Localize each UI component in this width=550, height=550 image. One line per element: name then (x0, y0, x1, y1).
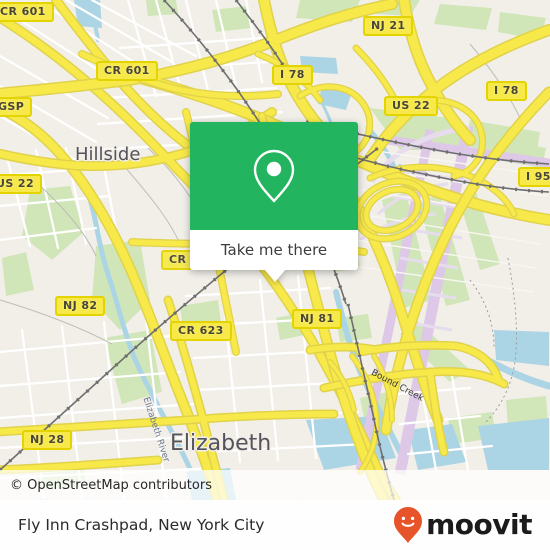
road-shield: US 22 (0, 174, 42, 194)
road-shield: CR 601 (0, 2, 54, 22)
moovit-brand[interactable]: moovit (393, 506, 532, 544)
osm-attribution-text: © OpenStreetMap contributors (10, 477, 212, 493)
road-shield: CR 601 (96, 61, 158, 81)
road-shield: I 95 (518, 167, 550, 187)
road-shield: NJ 21 (363, 16, 414, 36)
map-attribution-bar: © OpenStreetMap contributors (0, 470, 550, 500)
card-footer: Fly Inn Crashpad, New York City moovit (0, 500, 550, 550)
road-shield: CR 623 (170, 321, 232, 341)
road-shield: NJ 81 (292, 309, 343, 329)
take-me-there-label: Take me there (220, 241, 328, 259)
popup-action[interactable]: Take me there (190, 230, 358, 270)
popup-tail-pointer (264, 269, 286, 282)
moovit-pin-smile-icon (394, 507, 423, 543)
road-shield: GSP (0, 97, 33, 117)
road-shield: US 22 (384, 96, 438, 116)
map-canvas[interactable]: .rd-cas{stroke:#f7e94a;stroke-linecap:ro… (0, 0, 550, 500)
moovit-map-card: .rd-cas{stroke:#f7e94a;stroke-linecap:ro… (0, 0, 550, 550)
place-label: Elizabeth (170, 431, 272, 456)
moovit-wordmark: moovit (426, 508, 532, 541)
map-pin-icon (253, 149, 295, 203)
road-shield: NJ 28 (22, 430, 73, 450)
popup-header (190, 122, 358, 230)
place-label: Hillside (75, 144, 141, 165)
road-shield: I 78 (272, 65, 313, 85)
road-shield: I 78 (486, 81, 527, 101)
location-title: Fly Inn Crashpad, New York City (18, 516, 265, 534)
road-shield: NJ 82 (55, 296, 106, 316)
location-popup[interactable]: Take me there (190, 122, 358, 282)
